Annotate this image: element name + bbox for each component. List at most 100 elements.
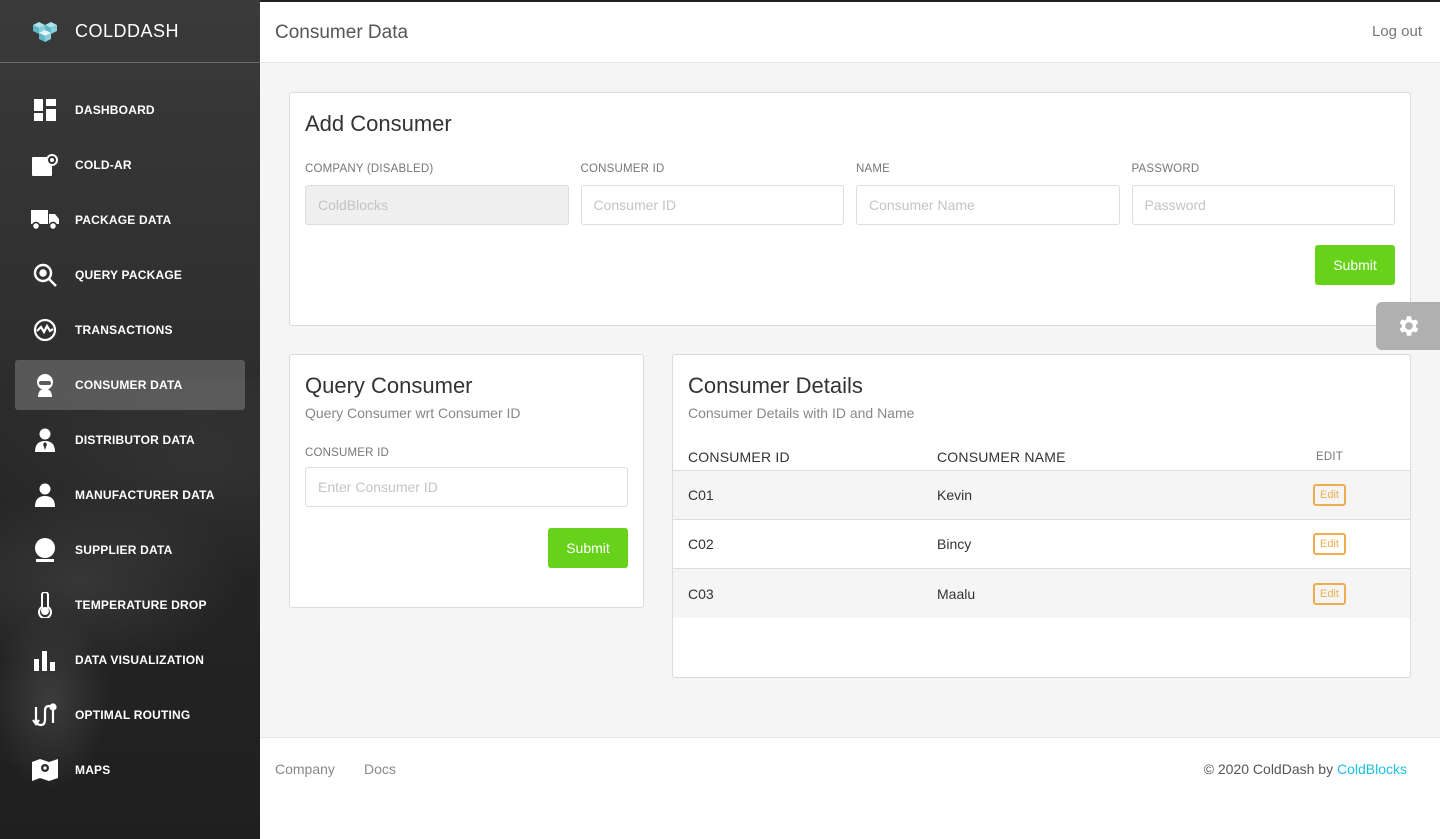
sidebar-item-label: TEMPERATURE DROP — [75, 598, 207, 612]
sidebar-item-label: DISTRIBUTOR DATA — [75, 433, 195, 447]
bar-chart-icon — [30, 647, 60, 673]
dashboard-icon — [30, 97, 60, 123]
map-icon — [30, 757, 60, 783]
company-input — [305, 185, 569, 225]
company-field-group: COMPANY (DISABLED) — [305, 163, 569, 225]
page-title: Consumer Data — [275, 22, 409, 43]
consumer-table: CONSUMER ID CONSUMER NAME EDIT C01 Kevin… — [673, 443, 1410, 618]
edit-button[interactable]: Edit — [1313, 533, 1346, 555]
sidebar-item-label: MANUFACTURER DATA — [75, 488, 215, 502]
sidebar-item-data-visualization[interactable]: DATA VISUALIZATION — [15, 635, 245, 685]
cell-consumer-id: C01 — [688, 487, 714, 503]
footer-link-company[interactable]: Company — [275, 761, 335, 777]
sidebar-item-label: COLD-AR — [75, 158, 132, 172]
cell-consumer-name: Bincy — [937, 536, 972, 552]
sidebar-item-cold-ar[interactable]: COLD-AR — [15, 140, 245, 190]
sidebar-item-label: SUPPLIER DATA — [75, 543, 173, 557]
sidebar-item-transactions[interactable]: TRANSACTIONS — [15, 305, 245, 355]
cell-consumer-name: Maalu — [937, 585, 976, 602]
consumer-details-title: Consumer Details — [688, 373, 863, 398]
distributor-icon — [30, 427, 60, 453]
add-consumer-fields: COMPANY (DISABLED) CONSUMER ID NAME PASS… — [305, 163, 1395, 225]
table-body: C01 Kevin Edit C02 Bincy Edit C03 Maalu … — [673, 471, 1410, 618]
sidebar-item-distributor-data[interactable]: DISTRIBUTOR DATA — [15, 415, 245, 465]
consumer-details-subtitle: Consumer Details with ID and Name — [688, 405, 915, 421]
password-input[interactable] — [1131, 185, 1395, 225]
brand[interactable]: COLDDASH — [0, 0, 260, 63]
sidebar-item-label: TRANSACTIONS — [75, 323, 173, 337]
consumer-id-input[interactable] — [580, 185, 844, 225]
add-consumer-card: Add Consumer COMPANY (DISABLED) CONSUMER… — [289, 92, 1411, 326]
cell-edit: Edit — [1297, 582, 1362, 605]
sidebar-item-label: CONSUMER DATA — [75, 378, 183, 392]
gear-icon — [1399, 316, 1419, 336]
edit-button[interactable]: Edit — [1313, 582, 1346, 605]
cell-edit: Edit — [1297, 484, 1362, 506]
consumer-id-label: CONSUMER ID — [580, 163, 665, 175]
footer: Company Docs © 2020 ColdDash by ColdBloc… — [260, 737, 1440, 839]
consumer-name-input[interactable] — [856, 185, 1120, 225]
add-consumer-submit-button[interactable]: Submit — [1315, 245, 1395, 285]
copyright-text: © 2020 ColdDash by — [1203, 761, 1337, 777]
consumer-icon — [30, 372, 60, 398]
coldblocks-link[interactable]: ColdBlocks — [1337, 761, 1407, 777]
cell-consumer-name: Kevin — [937, 487, 973, 503]
sidebar-item-label: PACKAGE DATA — [75, 213, 172, 227]
ar-icon — [30, 152, 60, 178]
table-row: C01 Kevin Edit — [673, 471, 1410, 520]
cell-consumer-id: C02 — [688, 536, 714, 552]
logout-link[interactable]: Log out — [1372, 23, 1422, 40]
settings-button[interactable] — [1376, 302, 1440, 350]
edit-button[interactable]: Edit — [1313, 484, 1346, 506]
sidebar-item-package-data[interactable]: PACKAGE DATA — [15, 195, 245, 245]
add-consumer-title: Add Consumer — [305, 111, 452, 136]
sidebar-item-manufacturer-data[interactable]: MANUFACTURER DATA — [15, 470, 245, 520]
truck-icon — [30, 207, 60, 233]
sidebar-item-label: QUERY PACKAGE — [75, 268, 183, 282]
sidebar-item-consumer-data[interactable]: CONSUMER DATA — [15, 360, 245, 410]
sidebar: COLDDASH DASHBOARD COLD-AR PACKAGE DATA … — [0, 0, 260, 839]
sidebar-item-temperature-drop[interactable]: TEMPERATURE DROP — [15, 580, 245, 630]
sidebar-item-label: DASHBOARD — [75, 103, 155, 117]
sidebar-item-label: OPTIMAL ROUTING — [75, 708, 191, 722]
sidebar-item-maps[interactable]: MAPS — [15, 745, 245, 795]
sidebar-item-optimal-routing[interactable]: OPTIMAL ROUTING — [15, 690, 245, 740]
sidebar-item-label: MAPS — [75, 763, 111, 777]
consumer-details-card: Consumer Details Consumer Details with I… — [672, 354, 1411, 678]
cell-edit: Edit — [1297, 533, 1362, 555]
sidebar-item-supplier-data[interactable]: SUPPLIER DATA — [15, 525, 245, 575]
supplier-icon — [30, 537, 60, 563]
cubes-logo-icon — [30, 20, 60, 42]
table-row: C03 Maalu Edit — [673, 569, 1410, 618]
query-consumer-submit-button[interactable]: Submit — [548, 528, 628, 568]
top-bar: Consumer Data Log out — [260, 0, 1440, 63]
query-consumer-title: Query Consumer — [305, 373, 473, 398]
sidebar-item-dashboard[interactable]: DASHBOARD — [15, 85, 245, 135]
footer-link-docs[interactable]: Docs — [364, 761, 396, 777]
brand-name: COLDDASH — [75, 20, 180, 41]
name-field-group: NAME — [856, 163, 1120, 225]
consumer-details-header: Consumer Details Consumer Details with I… — [688, 373, 914, 421]
query-consumer-id-label: CONSUMER ID — [305, 447, 389, 459]
table-row: C02 Bincy Edit — [673, 520, 1410, 569]
manufacturer-icon — [30, 482, 60, 508]
query-consumer-subtitle: Query Consumer wrt Consumer ID — [305, 405, 521, 421]
query-consumer-id-input[interactable] — [305, 467, 628, 507]
sidebar-nav: DASHBOARD COLD-AR PACKAGE DATA QUERY PAC… — [0, 85, 260, 795]
column-header-edit: EDIT — [1316, 450, 1343, 463]
password-field-group: PASSWORD — [1131, 163, 1395, 225]
sidebar-item-query-package[interactable]: QUERY PACKAGE — [15, 250, 245, 300]
query-consumer-header: Query Consumer Query Consumer wrt Consum… — [305, 373, 521, 421]
password-label: PASSWORD — [1131, 163, 1200, 175]
copyright: © 2020 ColdDash by ColdBlocks — [1204, 761, 1407, 777]
column-header-consumer-name: CONSUMER NAME — [937, 448, 1066, 465]
sidebar-item-label: DATA VISUALIZATION — [75, 653, 205, 667]
routing-icon — [30, 702, 60, 728]
company-label: COMPANY (DISABLED) — [305, 163, 434, 175]
search-icon — [30, 262, 60, 288]
thermometer-icon — [30, 592, 60, 618]
name-label: NAME — [856, 163, 891, 175]
query-consumer-card: Query Consumer Query Consumer wrt Consum… — [289, 354, 644, 608]
transactions-icon — [30, 317, 60, 343]
table-header: CONSUMER ID CONSUMER NAME EDIT — [673, 443, 1410, 471]
